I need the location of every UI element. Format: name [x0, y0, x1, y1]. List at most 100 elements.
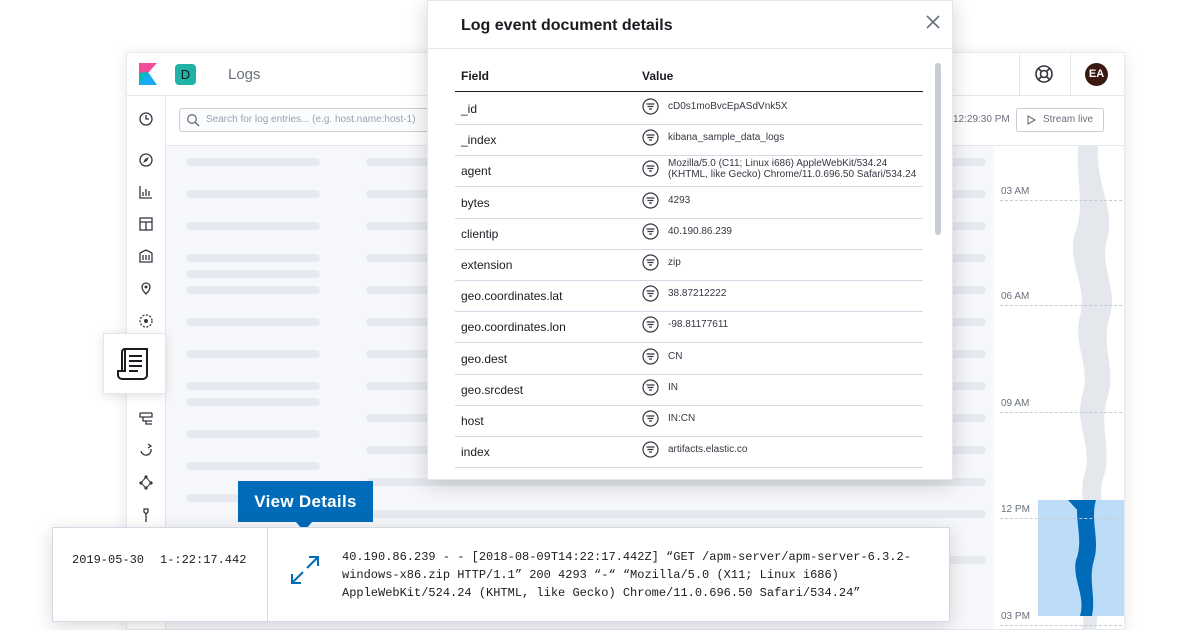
timeline-minimap[interactable]: 03 AM 06 AM 09 AM 12 PM 03 PM	[994, 146, 1124, 629]
maps-icon[interactable]	[137, 279, 155, 297]
field-name: geo.coordinates.lat	[461, 289, 563, 304]
app-title: Logs	[228, 66, 261, 83]
filter-icon[interactable]	[642, 285, 659, 302]
filter-icon[interactable]	[642, 379, 659, 396]
field-value: kibana_sample_data_logs	[668, 132, 785, 144]
log-message[interactable]: 40.190.86.239 - - [2018-08-09T14:22:17.4…	[342, 548, 932, 602]
tick-label: 03 AM	[1001, 186, 1030, 197]
field-value: CN	[668, 350, 683, 362]
table-row: _index kibana_sample_data_logs	[455, 124, 923, 157]
filter-icon[interactable]	[642, 191, 659, 209]
placeholder-line	[186, 254, 320, 262]
graph-icon[interactable]	[137, 473, 155, 491]
placeholder-line	[186, 398, 320, 406]
field-name: bytes	[461, 195, 490, 210]
placeholder-line	[186, 222, 320, 230]
view-details-label: View Details	[254, 492, 357, 511]
table-row: _id cD0s1moBvcEpASdVnk5X	[455, 93, 923, 125]
placeholder-line	[186, 158, 320, 166]
filter-icon[interactable]	[642, 316, 659, 333]
field-name: index	[461, 445, 490, 460]
infra-icon[interactable]	[137, 409, 155, 427]
filter-icon[interactable]	[642, 254, 659, 271]
field-value: 38.87212222	[668, 288, 727, 300]
filter-icon[interactable]	[642, 223, 659, 240]
space-badge[interactable]: D	[175, 64, 196, 85]
field-value: 4293	[668, 194, 691, 206]
flyout-title: Log event document details	[461, 17, 673, 34]
field-value: Mozilla/5.0 (C11; Linux i686) AppleWebKi…	[668, 158, 917, 181]
log-date: 2019-05-30	[72, 553, 145, 567]
divider	[428, 48, 952, 49]
logs-app-tile[interactable]	[103, 333, 166, 394]
log-time: 1-:22:17.442	[160, 553, 247, 567]
tick-line	[1000, 412, 1122, 413]
kibana-logo-icon[interactable]	[137, 63, 159, 85]
search-input[interactable]: Search for log entries... (e.g. host.nam…	[179, 108, 441, 132]
field-name: extension	[461, 258, 513, 272]
ml-icon[interactable]	[137, 312, 155, 330]
filter-icon[interactable]	[642, 129, 659, 146]
expand-icon[interactable]	[289, 554, 321, 586]
field-value: cD0s1moBvcEpASdVnk5X	[668, 101, 788, 112]
devtools-icon[interactable]	[137, 506, 155, 524]
placeholder-line	[186, 270, 320, 278]
search-icon	[187, 114, 200, 127]
column-header-value: Value	[642, 69, 674, 83]
field-name: geo.srcdest	[461, 382, 524, 397]
log-entry-row[interactable]: 2019-05-30 1-:22:17.442 40.190.86.239 - …	[52, 527, 950, 622]
logs-icon	[117, 348, 148, 380]
table-row: geo.dest CN	[455, 343, 923, 375]
table-row: host IN:CN	[455, 405, 923, 437]
field-value: artifacts.elastic.co	[668, 444, 748, 456]
placeholder-line	[186, 430, 320, 438]
header-divider	[455, 91, 923, 92]
table-row: clientip 40.190.86.239	[455, 218, 923, 250]
divider	[267, 528, 268, 621]
placeholder-line	[186, 318, 320, 326]
field-value: zip	[668, 257, 681, 268]
close-icon[interactable]	[924, 13, 942, 31]
tick-label: 03 PM	[1001, 611, 1030, 622]
help-icon[interactable]	[1034, 64, 1054, 84]
table-row: geo.coordinates.lon -98.81177611	[455, 311, 923, 344]
clock-icon[interactable]	[137, 110, 155, 128]
help-menu[interactable]	[1019, 53, 1071, 95]
compass-icon[interactable]	[137, 151, 155, 169]
filter-icon[interactable]	[642, 410, 659, 427]
placeholder-line	[186, 350, 320, 358]
filter-icon[interactable]	[642, 98, 659, 115]
play-icon	[1027, 115, 1036, 125]
time-display[interactable]: 12:29:30 PM	[953, 114, 1010, 125]
field-value: IN:CN	[668, 413, 696, 424]
table-row: geo.coordinates.lat 38.87212222	[455, 280, 923, 313]
canvas-icon[interactable]	[137, 247, 155, 265]
filter-icon[interactable]	[642, 441, 659, 458]
field-value: 40.190.86.239	[668, 225, 732, 237]
tick-line	[1000, 625, 1122, 626]
view-details-callout[interactable]: View Details	[238, 481, 373, 522]
placeholder-line	[186, 462, 320, 470]
filter-icon[interactable]	[642, 347, 659, 365]
apm-icon[interactable]	[137, 441, 155, 459]
dashboard-icon[interactable]	[137, 215, 155, 233]
document-details-flyout: Log event document details Field Value _…	[427, 0, 953, 480]
field-value: -98.81177611	[668, 319, 729, 331]
scrollbar[interactable]	[935, 63, 941, 235]
field-name: clientip	[461, 226, 499, 241]
placeholder-line	[186, 382, 320, 390]
tick-label: 09 AM	[1001, 398, 1030, 409]
tick-line	[1000, 305, 1122, 306]
user-avatar[interactable]: EA	[1085, 63, 1108, 86]
filter-icon[interactable]	[642, 160, 659, 177]
stream-live-label: Stream live	[1043, 114, 1094, 125]
field-value: IN	[668, 381, 678, 393]
field-name: host	[461, 414, 484, 428]
stream-live-button[interactable]: Stream live	[1016, 108, 1104, 132]
tick-line	[1000, 200, 1122, 201]
field-name: agent	[461, 164, 492, 179]
chart-icon[interactable]	[137, 183, 155, 201]
table-row: index artifacts.elastic.co	[455, 436, 923, 469]
table-row: agent Mozilla/5.0 (C11; Linux i686) Apple…	[455, 155, 923, 188]
field-name: _id	[461, 102, 478, 116]
